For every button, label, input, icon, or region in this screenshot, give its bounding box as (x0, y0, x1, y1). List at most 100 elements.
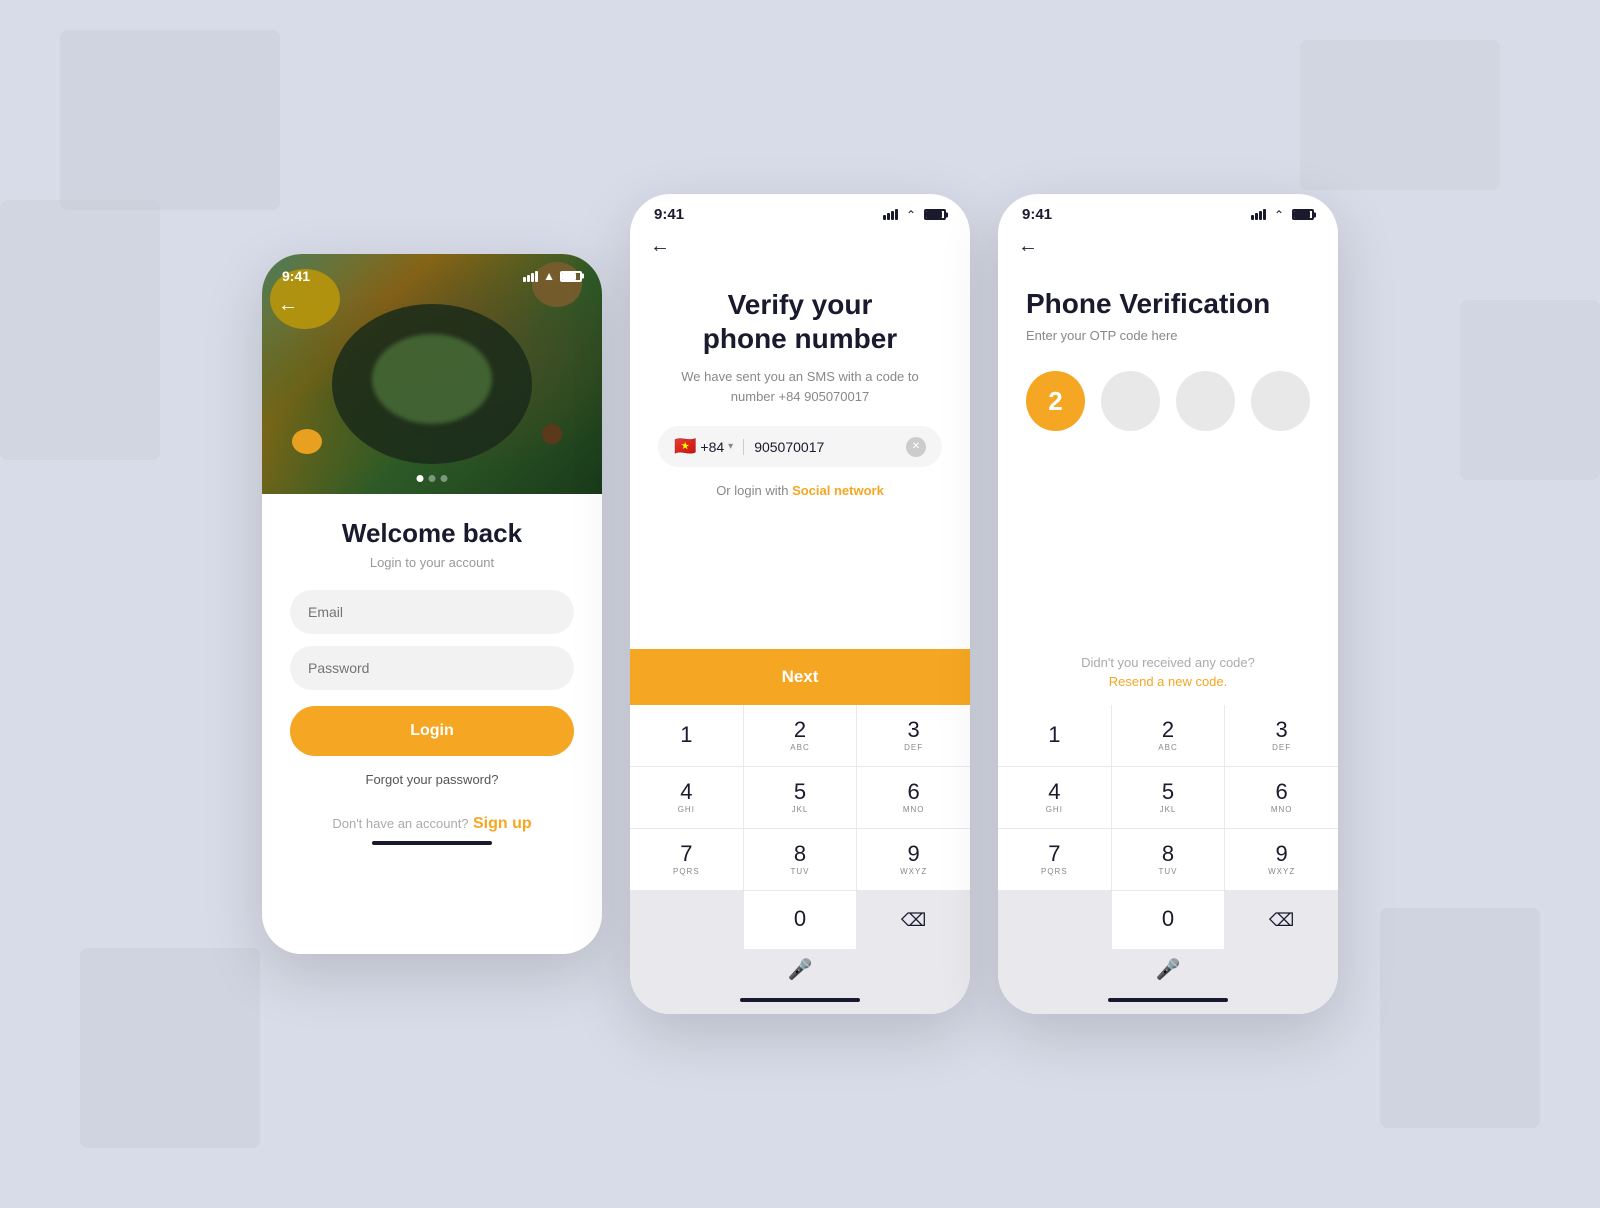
bg-decoration-1 (60, 30, 280, 210)
status-icons-3: ⌃ (1251, 208, 1314, 222)
bg-decoration-2 (0, 200, 160, 460)
otp-circle-1[interactable]: 2 (1026, 371, 1085, 431)
key-0[interactable]: 0 (744, 891, 857, 949)
home-indicator-3 (1108, 998, 1228, 1002)
key-5[interactable]: 5 JKL (744, 767, 857, 828)
status-icons-2: ⌃ (883, 208, 946, 222)
otp-circle-3[interactable] (1176, 371, 1235, 431)
verify-title: Verify your phone number (658, 288, 942, 355)
microphone-icon-2[interactable]: 🎤 (788, 957, 813, 982)
status-bar-2: 9:41 ⌃ (630, 194, 970, 227)
email-input[interactable] (290, 590, 574, 634)
status-time-3: 9:41 (1022, 206, 1052, 223)
back-button-2[interactable]: ← (630, 227, 970, 262)
key-2[interactable]: 2 ABC (744, 705, 857, 766)
phone-number-input[interactable]: 905070017 (754, 439, 906, 455)
key-3[interactable]: 3 DEF (857, 705, 970, 766)
microphone-icon-3[interactable]: 🎤 (1156, 957, 1181, 982)
resend-section: Didn't you received any code? Resend a n… (1026, 655, 1310, 689)
signal-bars-3 (1251, 209, 1266, 220)
numpad-3: 1 2 ABC 3 DEF 4 GHI 5 JKL 6 MNO (998, 705, 1338, 949)
key-6[interactable]: 6 MNO (857, 767, 970, 828)
food-shape-4 (292, 429, 322, 454)
otp-key-8[interactable]: 8 TUV (1112, 829, 1225, 890)
key-empty-left (630, 891, 743, 949)
key-7[interactable]: 7 PQRS (630, 829, 743, 890)
next-button[interactable]: Next (630, 649, 970, 705)
login-body: Welcome back Login to your account Login… (262, 494, 602, 954)
key-9[interactable]: 9 WXYZ (857, 829, 970, 890)
otp-subtitle: Enter your OTP code here (1026, 328, 1310, 343)
numpad-2: 1 2 ABC 3 DEF 4 GHI 5 JKL 6 MNO (630, 705, 970, 949)
image-dots-indicator (417, 475, 448, 482)
otp-circle-2[interactable] (1101, 371, 1160, 431)
country-code: +84 (700, 439, 724, 455)
image-back-button[interactable]: ← (278, 294, 298, 317)
key-1[interactable]: 1 (630, 705, 743, 766)
otp-circles-row: 2 (1026, 371, 1310, 431)
divider (743, 439, 744, 455)
country-flag: 🇻🇳 (674, 436, 696, 457)
phones-container: 9:41 ▲ ← (262, 194, 1338, 1014)
food-hero-image: 9:41 ▲ ← (262, 254, 602, 494)
otp-circle-4[interactable] (1251, 371, 1310, 431)
otp-key-9[interactable]: 9 WXYZ (1225, 829, 1338, 890)
status-bar-3: 9:41 ⌃ (998, 194, 1338, 227)
signal-bars-2 (883, 209, 898, 220)
signup-text: Don't have an account? (332, 816, 468, 831)
otp-key-empty (998, 891, 1111, 949)
otp-key-backspace[interactable]: ⌫ (1225, 891, 1338, 949)
forgot-password-link[interactable]: Forgot your password? (366, 772, 499, 787)
resend-link[interactable]: Resend a new code. (1026, 674, 1310, 689)
wifi-icon: ▲ (543, 269, 555, 283)
phone3-bottom (998, 990, 1338, 1014)
verify-subtitle: We have sent you an SMS with a code to n… (658, 367, 942, 406)
otp-key-3[interactable]: 3 DEF (1225, 705, 1338, 766)
mic-row-3: 🎤 (998, 949, 1338, 990)
image-status-bar: 9:41 ▲ (262, 254, 602, 284)
signup-link[interactable]: Sign up (473, 815, 532, 832)
food-shape-3 (372, 334, 492, 424)
image-status-time: 9:41 (282, 268, 310, 284)
bg-decoration-3 (80, 948, 260, 1148)
otp-key-2[interactable]: 2 ABC (1112, 705, 1225, 766)
phone-input-row: 🇻🇳 +84 ▾ 905070017 ✕ (658, 426, 942, 467)
bg-decoration-4 (1300, 40, 1500, 190)
phone2-bottom (630, 990, 970, 1014)
home-indicator-2 (740, 998, 860, 1002)
login-button[interactable]: Login (290, 706, 574, 756)
otp-body: Phone Verification Enter your OTP code h… (998, 262, 1338, 705)
bg-decoration-5 (1380, 908, 1540, 1128)
key-4[interactable]: 4 GHI (630, 767, 743, 828)
image-status-icons: ▲ (523, 268, 582, 284)
signal-icon (523, 271, 538, 282)
phone-verify: 9:41 ⌃ ← Verify your phone number (630, 194, 970, 1014)
country-dropdown-icon[interactable]: ▾ (728, 441, 733, 452)
otp-key-7[interactable]: 7 PQRS (998, 829, 1111, 890)
wifi-icon-3: ⌃ (1274, 208, 1284, 222)
signup-row: Don't have an account? Sign up (332, 815, 531, 833)
backspace-icon-3: ⌫ (1269, 910, 1294, 931)
bg-decoration-6 (1460, 300, 1600, 480)
wifi-icon-2: ⌃ (906, 208, 916, 222)
otp-key-4[interactable]: 4 GHI (998, 767, 1111, 828)
otp-key-0[interactable]: 0 (1112, 891, 1225, 949)
password-input[interactable] (290, 646, 574, 690)
resend-question-text: Didn't you received any code? (1026, 655, 1310, 670)
otp-key-6[interactable]: 6 MNO (1225, 767, 1338, 828)
welcome-subtitle: Login to your account (370, 555, 494, 570)
phone-login: 9:41 ▲ ← (262, 254, 602, 954)
status-time-2: 9:41 (654, 206, 684, 223)
key-backspace[interactable]: ⌫ (857, 891, 970, 949)
welcome-title: Welcome back (342, 518, 522, 549)
battery-3 (1292, 209, 1314, 220)
clear-input-button[interactable]: ✕ (906, 437, 926, 457)
back-button-3[interactable]: ← (998, 227, 1338, 262)
home-indicator (372, 841, 492, 845)
verify-body: Verify your phone number We have sent yo… (630, 262, 970, 649)
otp-key-5[interactable]: 5 JKL (1112, 767, 1225, 828)
key-8[interactable]: 8 TUV (744, 829, 857, 890)
otp-key-1[interactable]: 1 (998, 705, 1111, 766)
social-login-row: Or login with Social network (658, 483, 942, 498)
social-network-link[interactable]: Social network (792, 483, 884, 498)
